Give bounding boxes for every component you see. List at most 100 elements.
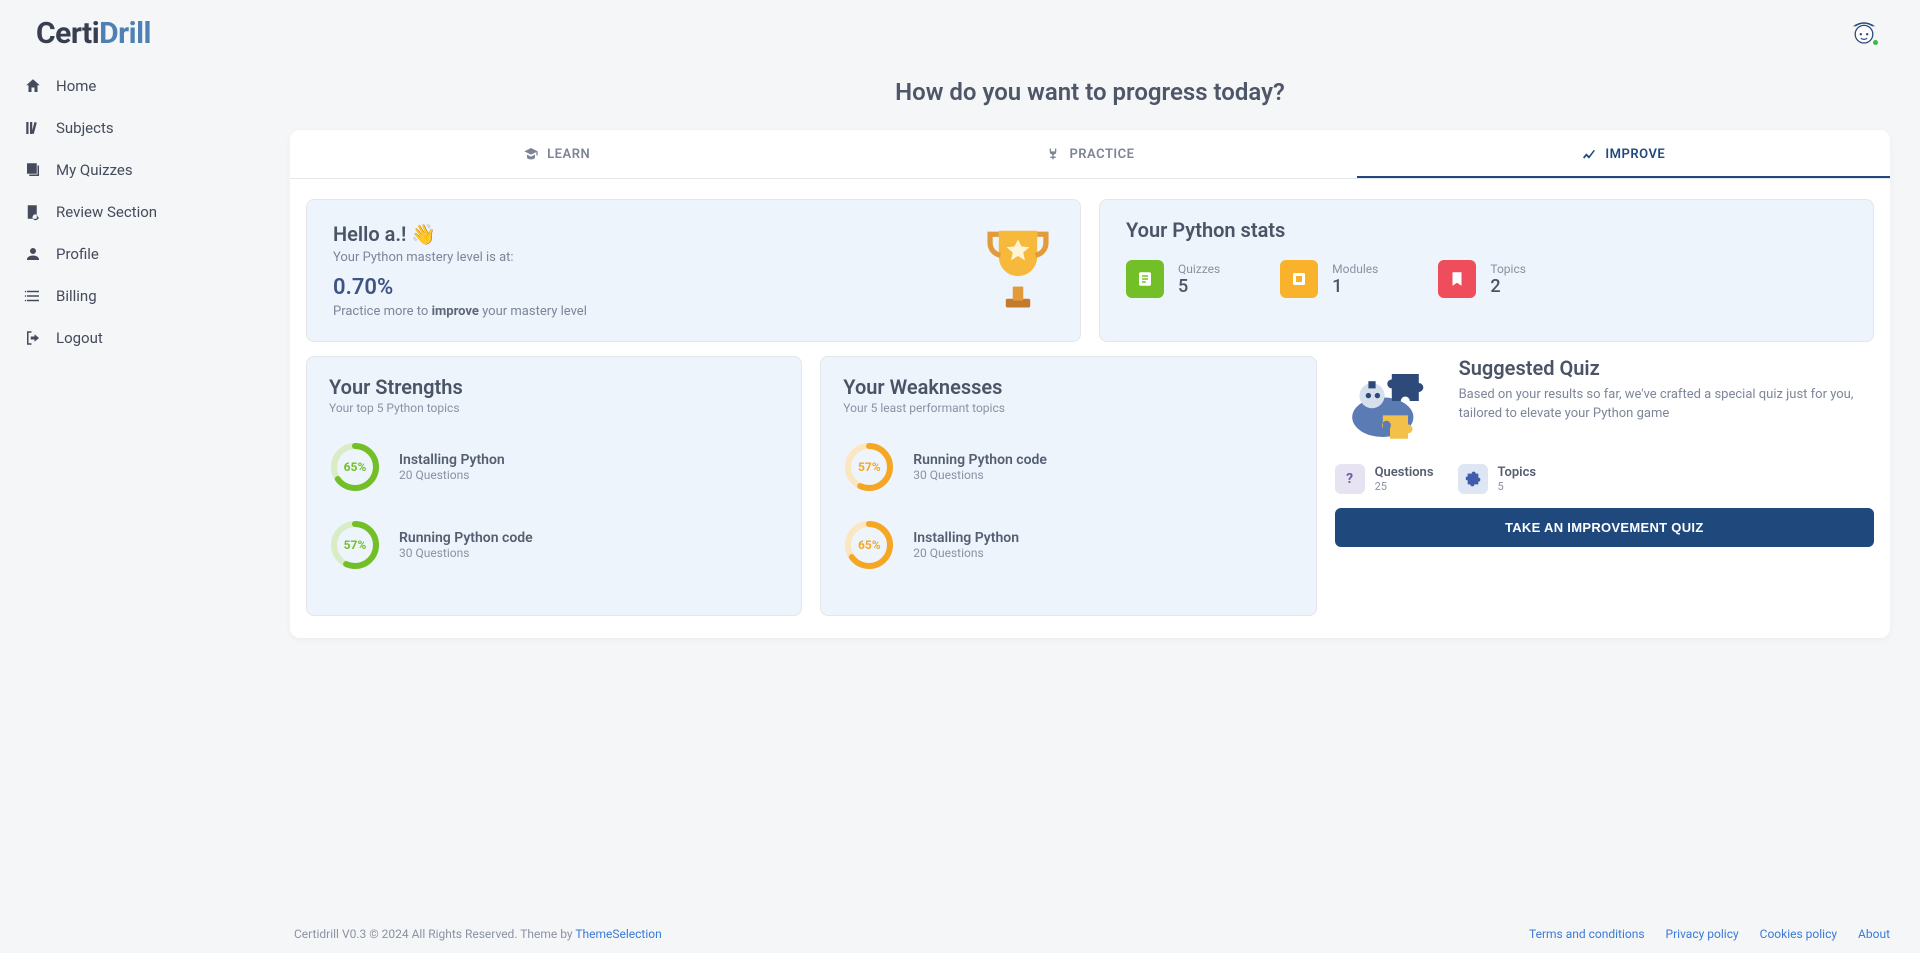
tab-learn[interactable]: LEARN — [290, 130, 823, 178]
robot-puzzle-icon — [1335, 356, 1445, 446]
logout-icon — [24, 329, 42, 347]
hello-subtext: Your Python mastery level is at: — [333, 250, 587, 265]
sidebar-item-logout[interactable]: Logout — [12, 321, 278, 355]
footer-link-terms[interactable]: Terms and conditions — [1529, 927, 1645, 941]
topic-questions: 20 Questions — [913, 546, 1019, 560]
hello-tip: Practice more to improve your mastery le… — [333, 304, 587, 319]
avatar-button[interactable] — [1848, 15, 1880, 47]
puzzle-icon — [1458, 464, 1488, 494]
improve-icon — [1581, 146, 1597, 162]
hello-greeting: Hello a.! 👋 — [333, 222, 587, 246]
tab-label: IMPROVE — [1605, 147, 1665, 162]
topic-name: Running Python code — [399, 530, 533, 546]
ring-pct: 57% — [843, 441, 895, 493]
sidebar-item-label: Subjects — [56, 119, 114, 137]
sidebar-item-label: Profile — [56, 245, 99, 263]
strengths-title: Your Strengths — [329, 375, 779, 399]
topics-icon — [1438, 260, 1476, 298]
ring-pct: 65% — [329, 441, 381, 493]
weakness-topic: 57% Running Python code30 Questions — [843, 441, 1293, 493]
qstat-label: Questions — [1375, 465, 1434, 480]
footer-theme-link[interactable]: ThemeSelection — [575, 927, 661, 941]
topic-name: Installing Python — [399, 452, 505, 468]
footer-copyright: Certidrill V0.3 © 2024 All Rights Reserv… — [294, 927, 662, 941]
books-icon — [24, 119, 42, 137]
hello-card: Hello a.! 👋 Your Python mastery level is… — [306, 199, 1081, 342]
strength-topic: 65% Installing Python20 Questions — [329, 441, 779, 493]
weaknesses-title: Your Weaknesses — [843, 375, 1293, 399]
sidebar-item-billing[interactable]: Billing — [12, 279, 278, 313]
home-icon — [24, 77, 42, 95]
sidebar-item-my-quizzes[interactable]: My Quizzes — [12, 153, 278, 187]
topic-name: Running Python code — [913, 452, 1047, 468]
footer-link-about[interactable]: About — [1858, 927, 1890, 941]
suggested-quiz: Suggested Quiz Based on your results so … — [1335, 356, 1874, 616]
practice-icon — [1045, 146, 1061, 162]
brand-part2: Drill — [99, 16, 151, 51]
strength-topic: 57% Running Python code30 Questions — [329, 519, 779, 571]
sidebar-nav: Home Subjects My Quizzes Review Section … — [0, 65, 290, 359]
suggested-title: Suggested Quiz — [1459, 356, 1874, 380]
tab-improve[interactable]: IMPROVE — [1357, 130, 1890, 178]
stat-label: Modules — [1332, 262, 1378, 276]
suggested-topics-stat: Topics5 — [1458, 464, 1537, 494]
tab-label: PRACTICE — [1069, 147, 1134, 162]
progress-ring: 57% — [843, 441, 895, 493]
weaknesses-desc: Your 5 least performant topics — [843, 401, 1293, 415]
sidebar-item-label: My Quizzes — [56, 161, 133, 179]
page-headline: How do you want to progress today? — [290, 78, 1890, 106]
quizzes-icon — [1126, 260, 1164, 298]
weakness-topic: 65% Installing Python20 Questions — [843, 519, 1293, 571]
stats-title: Your Python stats — [1126, 218, 1847, 242]
quiz-icon — [24, 161, 42, 179]
stat-label: Quizzes — [1178, 262, 1220, 276]
tab-practice[interactable]: PRACTICE — [823, 130, 1356, 178]
stat-label: Topics — [1490, 262, 1526, 276]
main-content: How do you want to progress today? LEARN… — [290, 0, 1920, 953]
learn-icon — [523, 146, 539, 162]
sidebar-item-label: Review Section — [56, 203, 157, 221]
footer-links: Terms and conditions Privacy policy Cook… — [1511, 927, 1890, 941]
topbar — [290, 0, 1890, 56]
strengths-desc: Your top 5 Python topics — [329, 401, 779, 415]
stat-value: 5 — [1178, 276, 1220, 297]
sidebar-item-review[interactable]: Review Section — [12, 195, 278, 229]
question-icon: ? — [1335, 464, 1365, 494]
stat-quizzes: Quizzes5 — [1126, 260, 1220, 298]
weaknesses-card: Your Weaknesses Your 5 least performant … — [820, 356, 1316, 616]
sidebar-item-home[interactable]: Home — [12, 69, 278, 103]
mastery-percent: 0.70% — [333, 275, 587, 300]
stat-modules: Modules1 — [1280, 260, 1378, 298]
billing-icon — [24, 287, 42, 305]
topic-name: Installing Python — [913, 530, 1019, 546]
sidebar-item-profile[interactable]: Profile — [12, 237, 278, 271]
stat-topics: Topics2 — [1438, 260, 1526, 298]
topic-questions: 30 Questions — [399, 546, 533, 560]
topic-questions: 30 Questions — [913, 468, 1047, 482]
footer: Certidrill V0.3 © 2024 All Rights Reserv… — [290, 913, 1890, 953]
modules-icon — [1280, 260, 1318, 298]
progress-ring: 65% — [329, 441, 381, 493]
qstat-value: 25 — [1375, 480, 1434, 493]
stat-value: 1 — [1332, 276, 1378, 297]
suggested-desc: Based on your results so far, we've craf… — [1459, 386, 1874, 424]
ring-pct: 65% — [843, 519, 895, 571]
overview-row: Hello a.! 👋 Your Python mastery level is… — [290, 179, 1890, 342]
footer-link-privacy[interactable]: Privacy policy — [1666, 927, 1739, 941]
footer-link-cookies[interactable]: Cookies policy — [1760, 927, 1837, 941]
qstat-value: 5 — [1498, 480, 1537, 493]
stat-value: 2 — [1490, 276, 1526, 297]
qstat-label: Topics — [1498, 465, 1537, 480]
sidebar: CertiDrill Home Subjects My Quizzes Revi… — [0, 0, 290, 953]
take-improvement-quiz-button[interactable]: TAKE AN IMPROVEMENT QUIZ — [1335, 508, 1874, 547]
sidebar-item-label: Billing — [56, 287, 97, 305]
topic-questions: 20 Questions — [399, 468, 505, 482]
mode-tabs: LEARN PRACTICE IMPROVE — [290, 130, 1890, 179]
brand-part1: Certi — [36, 16, 99, 51]
sidebar-item-subjects[interactable]: Subjects — [12, 111, 278, 145]
brand-logo[interactable]: CertiDrill — [0, 12, 290, 65]
sidebar-item-label: Home — [56, 77, 96, 95]
suggested-questions-stat: ? Questions25 — [1335, 464, 1434, 494]
trophy-icon — [982, 222, 1054, 318]
review-icon — [24, 203, 42, 221]
